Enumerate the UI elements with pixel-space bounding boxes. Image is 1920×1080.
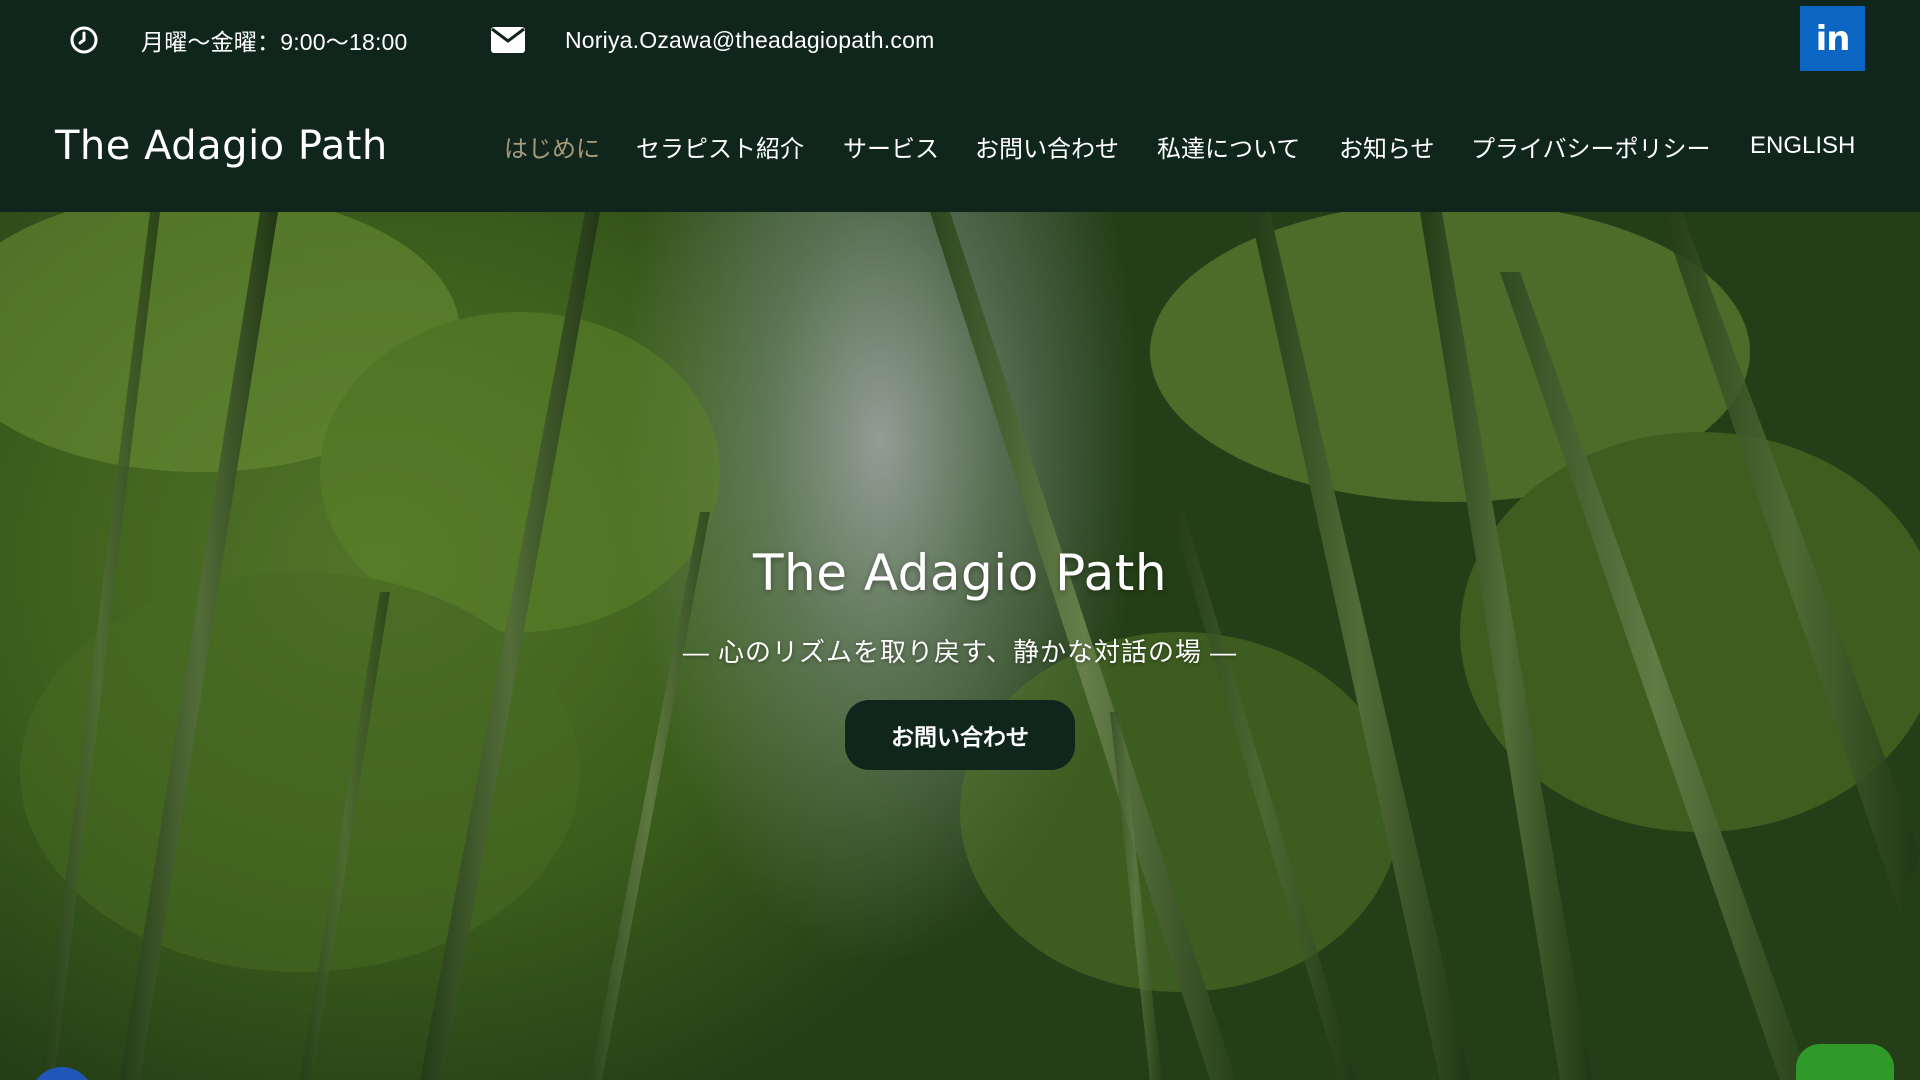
nav-item-english[interactable]: ENGLISH [1750, 80, 1855, 212]
nav-item-privacy[interactable]: プライバシーポリシー [1471, 80, 1711, 212]
business-hours: 月曜～金曜：9:00～18:00 [141, 29, 408, 55]
linkedin-icon[interactable]: in [1800, 6, 1865, 71]
contact-cta-button[interactable]: お問い合わせ [845, 700, 1075, 770]
nav-item-about[interactable]: 私達について [1157, 80, 1300, 212]
clock-icon [68, 0, 100, 80]
hero-section: The Adagio Path ― 心のリズムを取り戻す、静かな対話の場 ― お… [0, 212, 1920, 1080]
top-info-bar: 月曜～金曜：9:00～18:00 Noriya.Ozawa@theadagiop… [0, 0, 1920, 80]
hero-title: The Adagio Path [752, 544, 1168, 602]
nav-item-home[interactable]: はじめに [504, 80, 600, 212]
chat-widget-button[interactable] [1796, 1044, 1894, 1080]
email-link[interactable]: Noriya.Ozawa@theadagiopath.com [565, 0, 934, 80]
envelope-icon [490, 0, 526, 80]
main-header: The Adagio Path はじめに セラピスト紹介 サービス お問い合わせ… [0, 80, 1920, 212]
nav-item-services[interactable]: サービス [843, 80, 939, 212]
hero-subtitle: ― 心のリズムを取り戻す、静かな対話の場 ― [682, 637, 1238, 667]
nav-item-contact[interactable]: お問い合わせ [975, 80, 1119, 212]
main-nav: はじめに セラピスト紹介 サービス お問い合わせ 私達について お知らせ プライ… [0, 80, 1920, 212]
nav-item-therapist[interactable]: セラピスト紹介 [636, 80, 804, 212]
nav-item-news[interactable]: お知らせ [1339, 80, 1435, 212]
